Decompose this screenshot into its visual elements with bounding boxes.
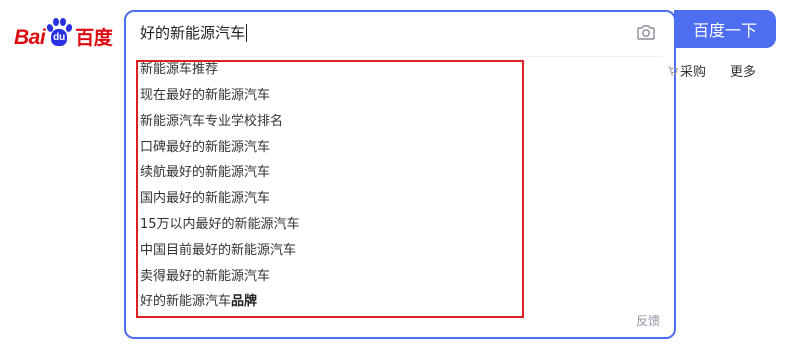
camera-icon[interactable]	[636, 22, 656, 42]
divider	[138, 56, 662, 57]
nav-link-caigou[interactable]: 采购	[668, 61, 706, 80]
baidu-logo[interactable]: Bai du 百度	[14, 14, 113, 49]
search-input[interactable]: 好的新能源汽车	[140, 24, 248, 42]
cart-icon	[668, 66, 678, 75]
search-button[interactable]: 百度一下	[674, 10, 776, 48]
logo-text-chinese: 百度	[75, 28, 113, 49]
search-box: 好的新能源汽车 新能源车推荐 现在最好的新能源汽车 新能源汽车专业学校排名 口碑…	[124, 10, 676, 339]
logo-paw-text: du	[51, 29, 68, 46]
nav-caigou-label: 采购	[680, 65, 707, 80]
suggestion-highlight-box	[136, 60, 524, 318]
query-row: 好的新能源汽车	[126, 12, 674, 54]
feedback-link[interactable]: 反馈	[636, 312, 660, 329]
paw-icon: du	[46, 18, 74, 48]
nav-link-more[interactable]: 更多	[730, 61, 756, 80]
logo-text-bai: Bai	[14, 26, 46, 49]
